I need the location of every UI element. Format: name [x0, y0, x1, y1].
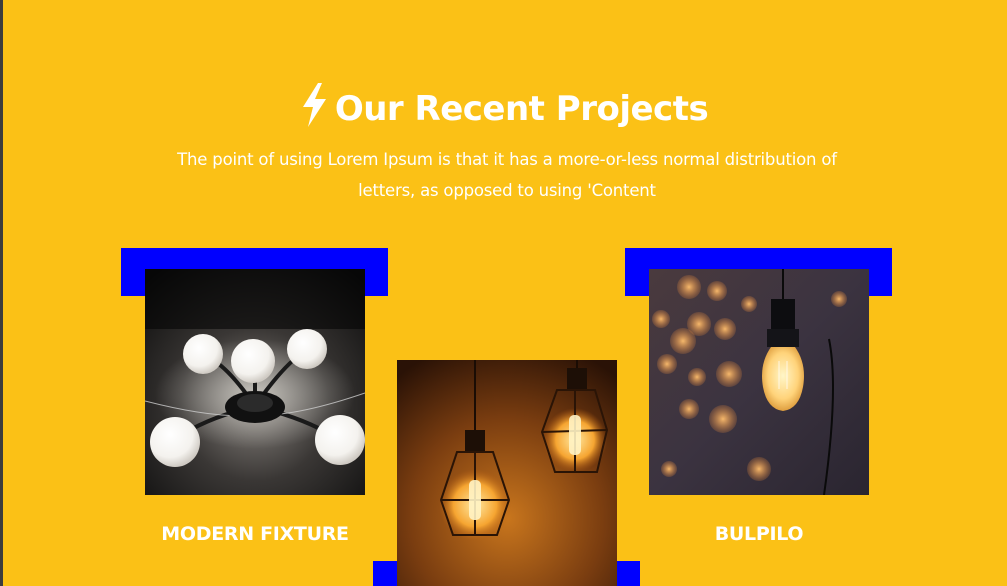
- section-title: Our Recent Projects: [334, 89, 709, 129]
- project-image-hanging-cage-bulbs[interactable]: [397, 360, 617, 586]
- project-title[interactable]: MODERN FIXTURE: [105, 522, 405, 546]
- project-title[interactable]: BULPILO: [609, 522, 909, 546]
- project-image-modern-fixture[interactable]: [145, 269, 365, 495]
- lightning-bolt-icon: [299, 82, 329, 128]
- section-description: The point of using Lorem Ipsum is that i…: [177, 150, 837, 200]
- project-image-bulpilo[interactable]: [649, 269, 869, 495]
- section-heading: Our Recent Projects: [0, 82, 1007, 133]
